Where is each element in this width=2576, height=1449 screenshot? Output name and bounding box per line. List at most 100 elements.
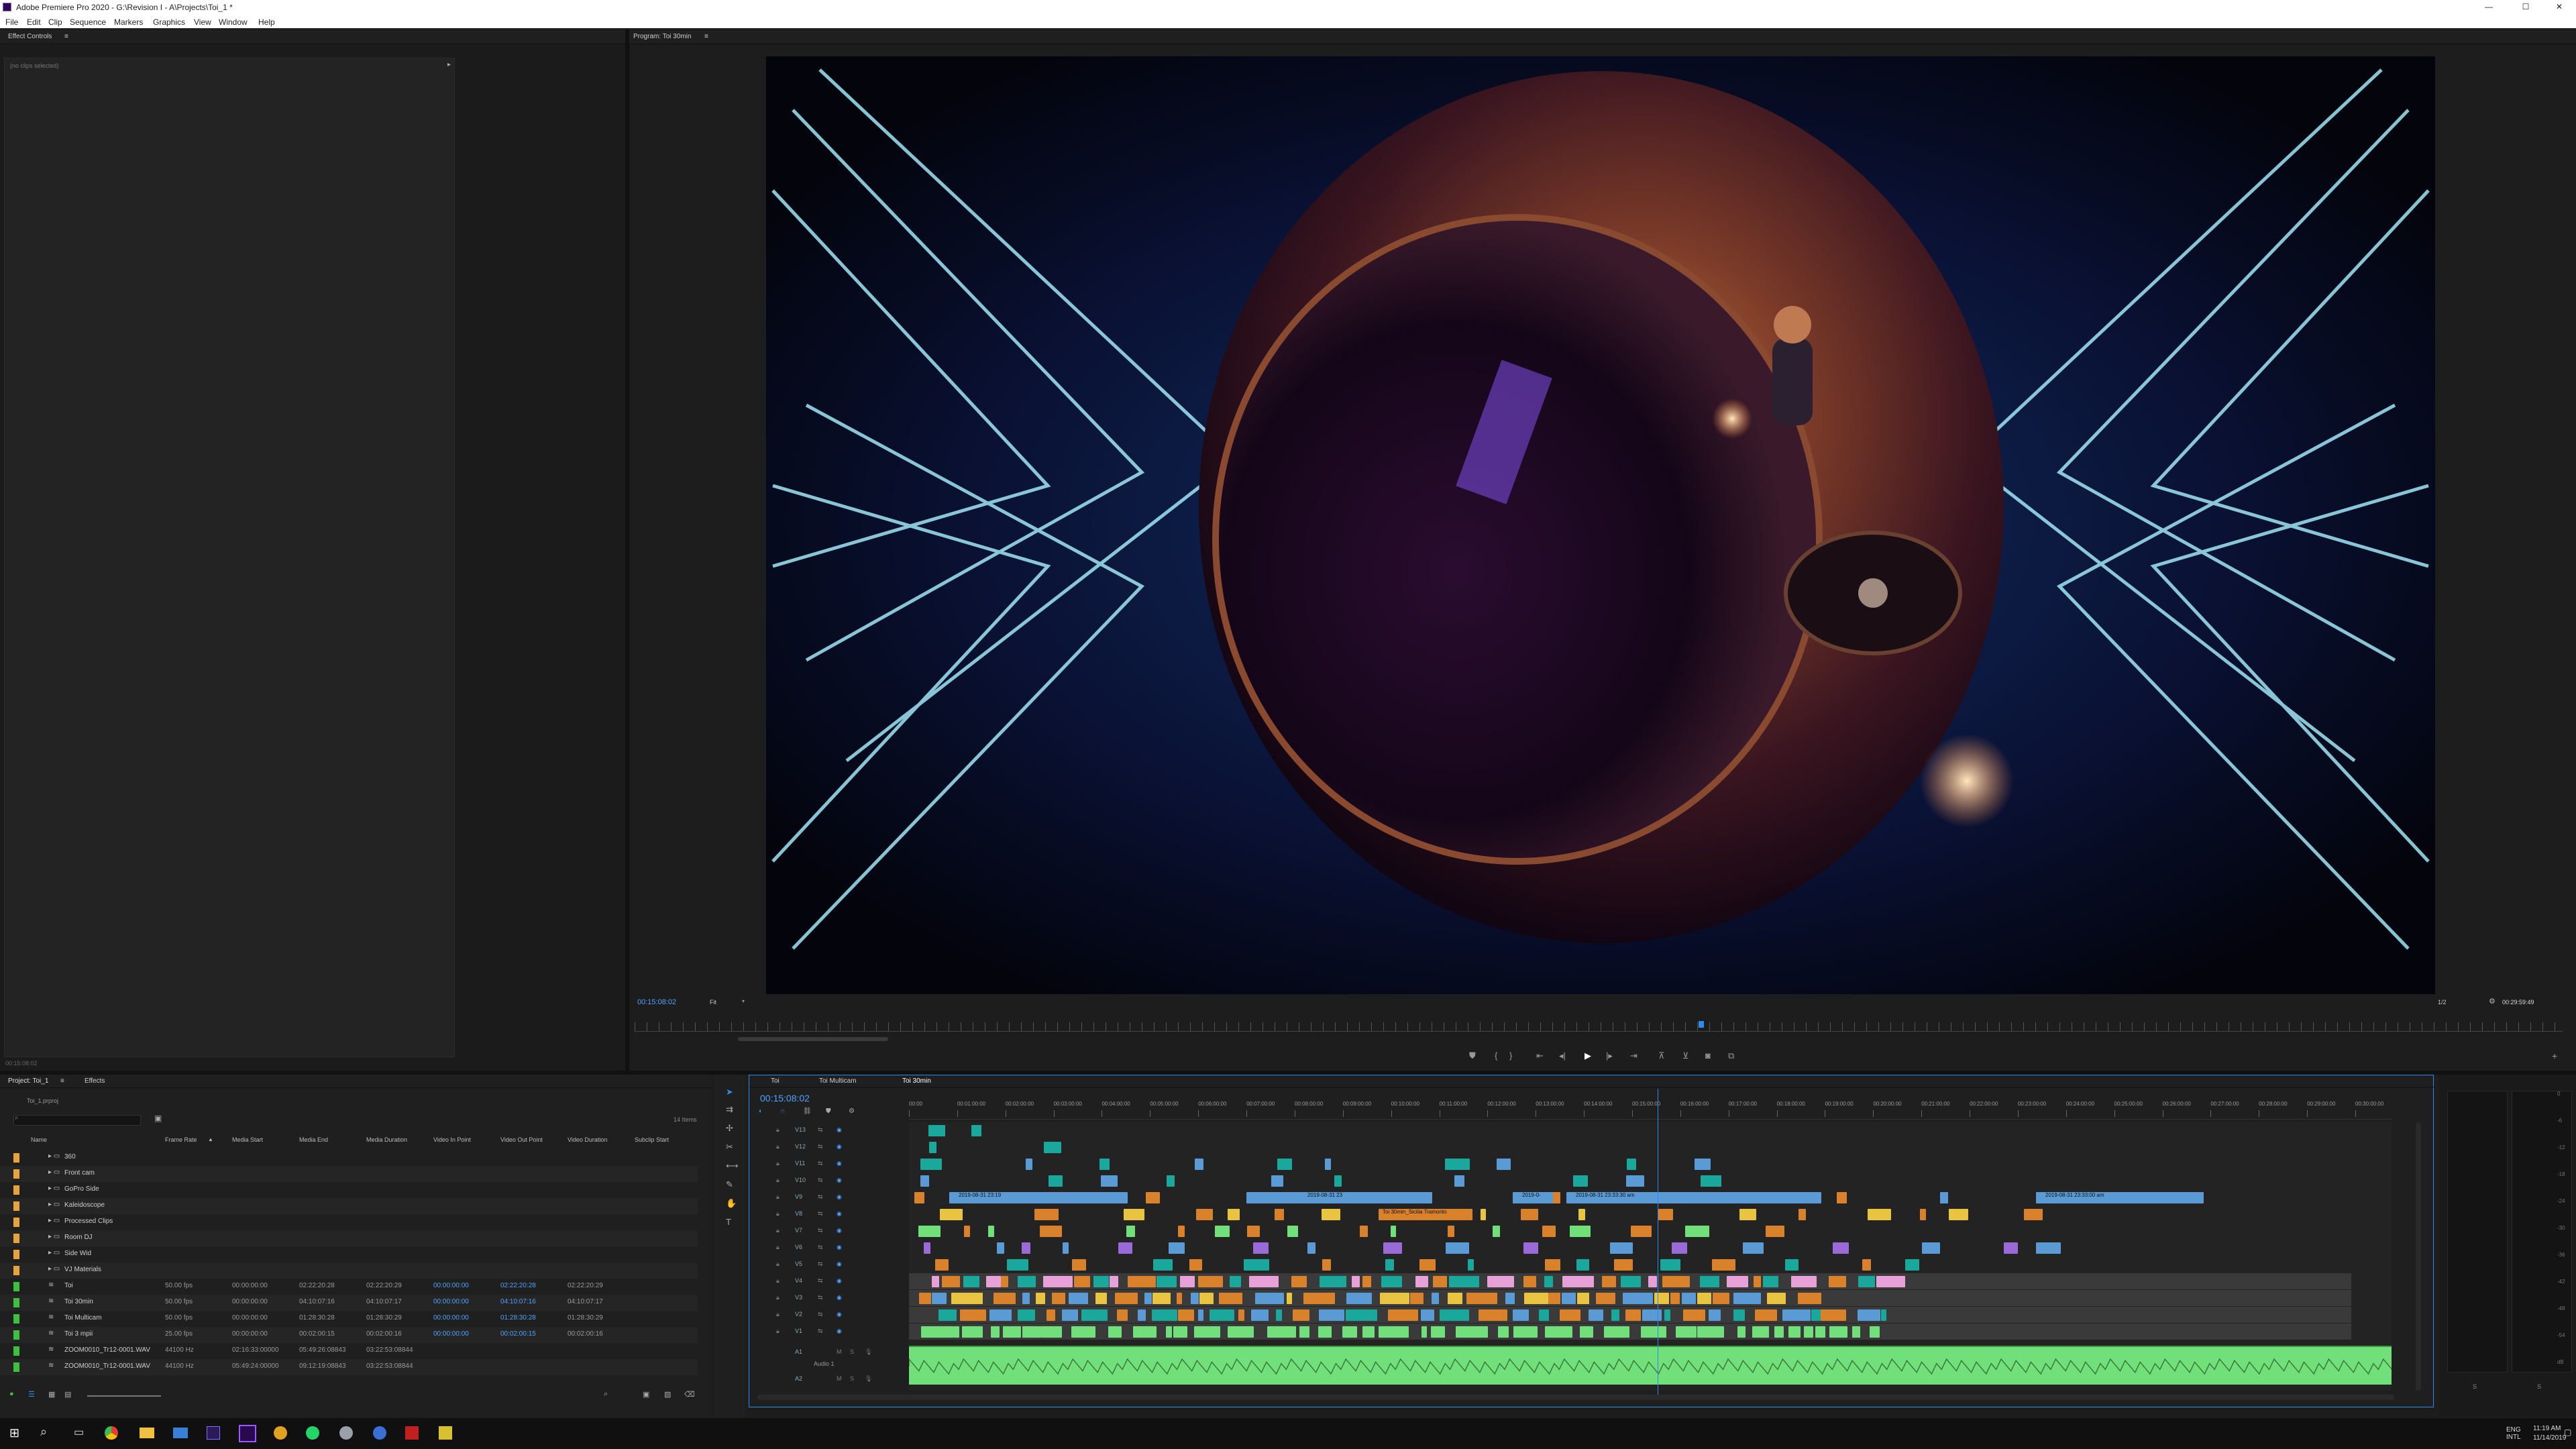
- timeline-clip[interactable]: [1858, 1309, 1881, 1321]
- lock-icon[interactable]: ●: [9, 1390, 14, 1398]
- lock-track-icon[interactable]: 🔒︎: [776, 1244, 780, 1251]
- timeline-clip[interactable]: [1287, 1226, 1299, 1237]
- timeline-clip[interactable]: [971, 1125, 982, 1136]
- timeline-clip[interactable]: [1542, 1226, 1556, 1237]
- track-header[interactable]: 🔒︎ V8 ⇆ ◉: [749, 1206, 904, 1222]
- timeline-clip[interactable]: [1044, 1142, 1062, 1153]
- eye-icon[interactable]: ◉: [837, 1277, 842, 1285]
- timeline-clip[interactable]: [929, 1142, 936, 1153]
- video-track[interactable]: [909, 1223, 2351, 1239]
- solo-button[interactable]: S: [850, 1375, 854, 1382]
- timeline-clip[interactable]: [1497, 1326, 1509, 1338]
- timeline-clip[interactable]: [1726, 1276, 1749, 1287]
- program-time-ruler[interactable]: [635, 1022, 2563, 1032]
- timeline-clip[interactable]: [1291, 1276, 1307, 1287]
- app-icon-gray[interactable]: [339, 1426, 353, 1440]
- timeline-clip[interactable]: [1548, 1293, 1560, 1304]
- timeline-clip[interactable]: [1071, 1326, 1095, 1338]
- timeline-clip[interactable]: [1662, 1276, 1690, 1287]
- clock-date[interactable]: 11/14/2019: [2533, 1434, 2566, 1442]
- timeline-clip[interactable]: [1126, 1226, 1135, 1237]
- timeline-clip[interactable]: [989, 1309, 1012, 1321]
- timeline-clip[interactable]: [1876, 1276, 1906, 1287]
- mail-icon[interactable]: [173, 1428, 188, 1438]
- timeline-clip[interactable]: [1513, 1326, 1538, 1338]
- timeline-clip[interactable]: [1496, 1159, 1511, 1170]
- timeline-clip[interactable]: [1815, 1326, 1826, 1338]
- timeline-clip[interactable]: [1041, 1326, 1062, 1338]
- project-search-input[interactable]: [13, 1115, 141, 1126]
- timeline-clip[interactable]: [1869, 1326, 1880, 1338]
- lock-track-icon[interactable]: 🔒︎: [776, 1126, 780, 1134]
- razor-tool-icon[interactable]: ✂: [726, 1142, 733, 1152]
- list-view-icon[interactable]: ☰: [28, 1390, 35, 1399]
- timeline-clip[interactable]: [1249, 1276, 1279, 1287]
- timeline-clip[interactable]: [1852, 1326, 1861, 1338]
- timeline-clip[interactable]: [1544, 1276, 1553, 1287]
- fit-dropdown[interactable]: Fit: [710, 999, 716, 1006]
- menu-file[interactable]: File: [5, 17, 18, 27]
- timeline-clip[interactable]: [1051, 1293, 1066, 1304]
- menu-markers[interactable]: Markers: [114, 17, 143, 27]
- timeline-clip[interactable]: [1334, 1175, 1342, 1187]
- timeline-clip-labeled[interactable]: 2019-08-31 23:19: [949, 1192, 1083, 1203]
- timeline-clip[interactable]: [1545, 1326, 1573, 1338]
- timeline-clip[interactable]: [1788, 1326, 1801, 1338]
- wrench-icon[interactable]: ⚙: [2489, 997, 2496, 1006]
- windows-start-icon[interactable]: ⊞: [9, 1426, 19, 1440]
- project-row[interactable]: ≋ Toi Multicam 50.00 fps 00:00:00:00 01:28:3…: [0, 1311, 698, 1327]
- label-color-swatch[interactable]: [13, 1282, 19, 1291]
- timeline-clip[interactable]: [1611, 1309, 1619, 1321]
- timeline-clip[interactable]: [1454, 1175, 1465, 1187]
- nest-icon[interactable]: ◐: [759, 1108, 763, 1115]
- lock-track-icon[interactable]: 🔒︎: [776, 1210, 780, 1218]
- video-track[interactable]: [909, 1240, 2351, 1256]
- timeline-clip[interactable]: [1447, 1226, 1455, 1237]
- track-header[interactable]: 🔒︎ V13 ⇆ ◉: [749, 1122, 904, 1138]
- timeline-clip[interactable]: [920, 1326, 953, 1338]
- playback-resolution[interactable]: 1/2: [2438, 999, 2447, 1006]
- timeline-clip[interactable]: [914, 1192, 924, 1203]
- timeline-clip[interactable]: [1180, 1276, 1195, 1287]
- timeline-clip[interactable]: [963, 1226, 970, 1237]
- timeline-clip[interactable]: [1238, 1309, 1245, 1321]
- add-marker-icon[interactable]: ⛊: [1469, 1051, 1476, 1061]
- timeline-clip[interactable]: [1073, 1276, 1091, 1287]
- eye-icon[interactable]: ◉: [837, 1193, 842, 1201]
- new-bin-bottom-icon[interactable]: ▣: [643, 1390, 649, 1399]
- sync-lock-icon[interactable]: ⇆: [818, 1227, 823, 1234]
- eye-icon[interactable]: ◉: [837, 1227, 842, 1234]
- timeline-clip[interactable]: [1022, 1326, 1041, 1338]
- timeline-clip[interactable]: [2035, 1242, 2061, 1254]
- timeline-clip[interactable]: [1101, 1175, 1118, 1187]
- video-track[interactable]: [909, 1256, 2351, 1273]
- timeline-clip[interactable]: [1697, 1326, 1724, 1338]
- freeform-view-icon[interactable]: ▤: [64, 1390, 71, 1399]
- track-header[interactable]: 🔒︎ V6 ⇆ ◉: [749, 1240, 904, 1256]
- menu-clip[interactable]: Clip: [48, 17, 62, 27]
- file-explorer-icon[interactable]: [140, 1428, 154, 1438]
- track-header[interactable]: 🔒︎ V7 ⇆ ◉: [749, 1223, 904, 1239]
- timeline-clip[interactable]: [1766, 1293, 1786, 1304]
- sync-lock-icon[interactable]: ⇆: [818, 1277, 823, 1285]
- timeline-clip[interactable]: [1562, 1276, 1594, 1287]
- timeline-clip[interactable]: [1431, 1326, 1445, 1338]
- eye-icon[interactable]: ◉: [837, 1260, 842, 1268]
- extract-icon[interactable]: ⊻: [1682, 1051, 1689, 1061]
- sync-lock-icon[interactable]: ⇆: [818, 1260, 823, 1268]
- step-back-icon[interactable]: ◂|: [1559, 1051, 1566, 1061]
- label-color-swatch[interactable]: [13, 1250, 19, 1259]
- timeline-clip[interactable]: [1072, 1259, 1087, 1271]
- project-row[interactable]: ▸ ▭ 360: [0, 1150, 698, 1166]
- sync-lock-icon[interactable]: ⇆: [818, 1244, 823, 1251]
- clear-icon[interactable]: ⌫: [684, 1390, 695, 1399]
- timeline-clip[interactable]: [1042, 1276, 1073, 1287]
- timeline-clip[interactable]: [1391, 1226, 1397, 1237]
- sync-lock-icon[interactable]: ⇆: [818, 1160, 823, 1167]
- timeline-clip[interactable]: [1099, 1159, 1110, 1170]
- label-color-swatch[interactable]: [13, 1314, 19, 1324]
- playhead-marker[interactable]: [1699, 1021, 1704, 1028]
- label-color-swatch[interactable]: [13, 1185, 19, 1195]
- timeline-clip[interactable]: [1197, 1276, 1223, 1287]
- timeline-clip[interactable]: [1700, 1175, 1721, 1187]
